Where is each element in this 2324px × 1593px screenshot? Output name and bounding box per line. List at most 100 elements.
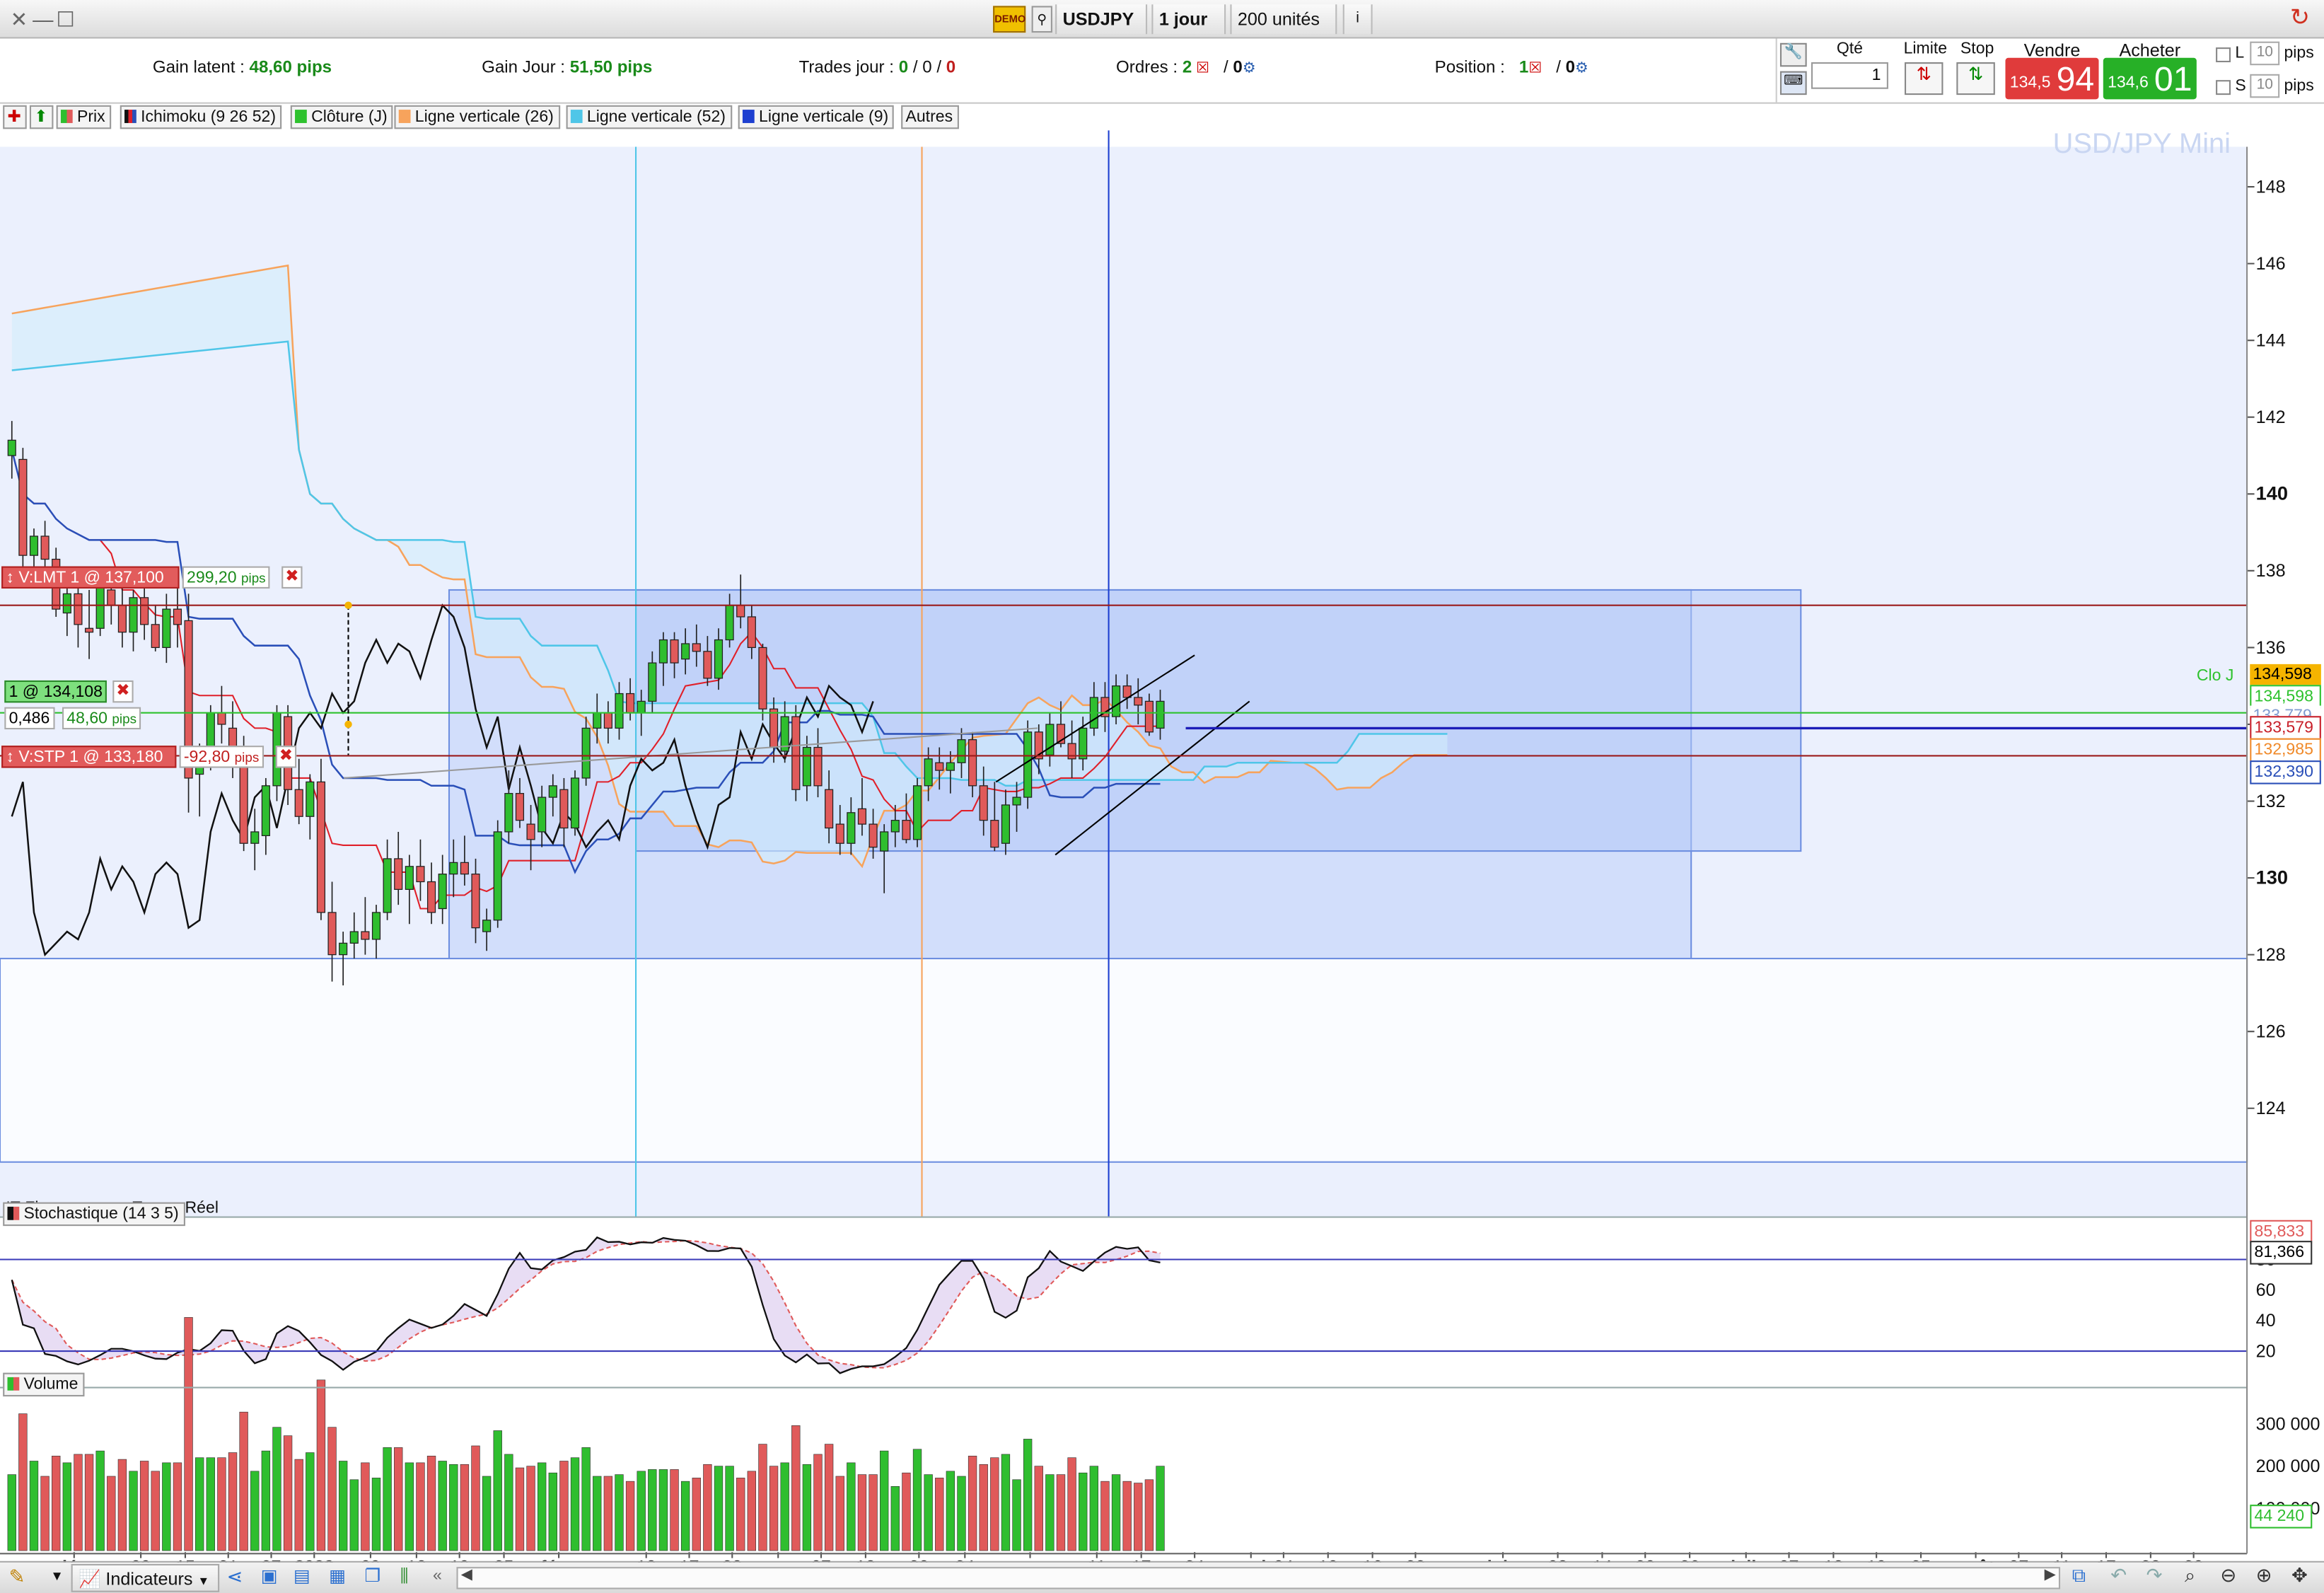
y-tick-label: 146 (2256, 254, 2286, 274)
stoch-tick-label: 20 (2256, 1341, 2276, 1361)
period-select[interactable]: 1 jour ▼ (1151, 4, 1226, 58)
stop-pips-input[interactable]: 10 (2250, 74, 2280, 98)
volume-bar (294, 1459, 303, 1551)
stoch-legend[interactable]: Stochastique (14 3 5) (3, 1202, 185, 1227)
zoom-area-icon[interactable]: ⌕ (2185, 1564, 2195, 1588)
volume-bar (648, 1469, 657, 1551)
legend-cloture[interactable]: Clôture (J) (290, 105, 394, 129)
gain-latent: Gain latent : 48,60 pips (152, 59, 332, 77)
close-position-icon[interactable]: ✖ (112, 680, 134, 703)
volume-bar (747, 1471, 757, 1551)
legend-lv9[interactable]: Ligne verticale (9) (738, 105, 895, 129)
calc-icon[interactable]: ▤ (294, 1565, 310, 1586)
volume-bar (979, 1464, 988, 1551)
zoom-out-icon[interactable]: ⊖ (2220, 1564, 2236, 1588)
candle (603, 712, 612, 729)
undo-icon[interactable]: ↶ (2110, 1564, 2127, 1588)
minimize-icon[interactable]: — (33, 6, 53, 33)
double-left-icon[interactable]: « (433, 1567, 442, 1585)
candle (117, 605, 127, 633)
legend-lv26[interactable]: Ligne verticale (26) (394, 105, 560, 129)
candle (1045, 724, 1054, 756)
close-icon[interactable]: ✕ (11, 6, 28, 33)
candle (857, 808, 867, 825)
indicators-button[interactable]: 📈 Indicateurs ▼ (71, 1563, 220, 1592)
y-tick-label: 130 (2256, 866, 2288, 888)
window-icon[interactable]: ▣ (261, 1565, 278, 1586)
redo-icon[interactable]: ↷ (2146, 1564, 2163, 1588)
candle (383, 858, 392, 913)
horizontal-scrollbar[interactable]: ◀ ▶ (456, 1567, 2061, 1589)
candle (559, 789, 569, 829)
candle (725, 605, 734, 641)
candle (1134, 697, 1143, 706)
volume-bar (990, 1457, 999, 1551)
lock-icon[interactable]: ⚲ (1031, 6, 1052, 33)
stop-checkbox[interactable] (2216, 80, 2231, 95)
candle (658, 639, 668, 664)
position-tag[interactable]: 1 @ 134,108 (4, 680, 108, 703)
zoom-in-icon[interactable]: ⊕ (2256, 1564, 2272, 1588)
share-icon[interactable]: ⋖ (227, 1565, 243, 1589)
limit-checkbox[interactable] (2216, 47, 2231, 63)
move-icon[interactable]: ✥ (2291, 1564, 2308, 1588)
cancel-stop-icon[interactable]: ✖ (275, 746, 297, 768)
refresh-icon[interactable]: ↻ (2290, 6, 2310, 33)
maximize-icon[interactable]: ☐ (57, 6, 75, 33)
cancel-orders-icon[interactable]: ☒ (1192, 61, 1209, 77)
y-tick-label: 148 (2256, 177, 2286, 197)
volume-bar (603, 1476, 613, 1551)
units-select[interactable]: 200 unités ▼ (1230, 4, 1337, 58)
candle (438, 874, 447, 910)
gear-icon[interactable]: ⚙ (1575, 61, 1588, 77)
fit-icon[interactable]: ⧉ (2072, 1564, 2086, 1588)
volume-bar (880, 1450, 889, 1551)
chart-icon: 📈 (79, 1568, 101, 1589)
candle (327, 912, 337, 956)
candle (173, 608, 182, 625)
y-tick-label: 132 (2256, 792, 2286, 811)
info-icon[interactable]: i (1342, 4, 1373, 35)
tenkan-label: 133,579 (2250, 716, 2321, 740)
instrument-select[interactable]: USDJPY ▼ (1055, 4, 1148, 58)
volume-bar (802, 1464, 812, 1551)
volume-bar (52, 1455, 61, 1551)
add-indicator-icon[interactable]: ✚ (3, 105, 27, 129)
legend-ichimoku[interactable]: Ichimoku (9 26 52) (120, 105, 282, 129)
stop-button[interactable]: ⇅ (1956, 62, 1995, 95)
candle (1023, 731, 1033, 798)
candle (7, 439, 16, 456)
move-icon[interactable]: ⬆ (29, 105, 54, 129)
copy-icon[interactable]: ❐ (365, 1565, 381, 1586)
chevron-down-icon[interactable]: ▼ (50, 1568, 64, 1583)
table-icon[interactable]: ▦ (329, 1565, 346, 1586)
candles-icon[interactable]: ⫼ (400, 1565, 409, 1587)
volume-legend[interactable]: Volume (3, 1372, 84, 1397)
close-position-icon[interactable]: ☒ (1528, 61, 1542, 77)
volume-value: 44 240 (2250, 1505, 2313, 1529)
candle (747, 616, 756, 649)
candle (339, 942, 348, 956)
volume-bar (791, 1425, 801, 1551)
cancel-limit-icon[interactable]: ✖ (281, 566, 303, 589)
legend-autres[interactable]: Autres (901, 105, 959, 129)
volume-bar (868, 1474, 878, 1551)
gear-icon[interactable]: ⚙ (1243, 61, 1256, 77)
buy-button[interactable]: 134,6 01 (2103, 57, 2197, 100)
wrench-icon[interactable]: 🔧 (1779, 42, 1807, 67)
limit-button[interactable]: ⇅ (1904, 62, 1944, 95)
keyboard-icon[interactable]: ⌨ (1779, 71, 1807, 95)
sell-button[interactable]: 134,5 94 (2005, 57, 2099, 100)
price-chart[interactable]: 10080604020 300 000200 000100 000 124126… (0, 130, 2324, 1593)
stop-order-tag[interactable]: ↕ V:STP 1 @ 133,180 (1, 746, 177, 768)
y-tick-label: 128 (2256, 945, 2286, 965)
demo-badge: DEMO (993, 6, 1026, 33)
pencil-icon[interactable]: ✎ (9, 1565, 25, 1589)
legend-lv52[interactable]: Ligne verticale (52) (566, 105, 732, 129)
qty-input[interactable] (1811, 62, 1888, 89)
volume-bar (946, 1471, 955, 1551)
limit-order-tag[interactable]: ↕ V:LMT 1 @ 137,100 (1, 566, 180, 589)
volume-bar (857, 1474, 867, 1551)
limit-pips-input[interactable]: 10 (2250, 41, 2280, 66)
legend-prix[interactable]: Prix (56, 105, 112, 129)
